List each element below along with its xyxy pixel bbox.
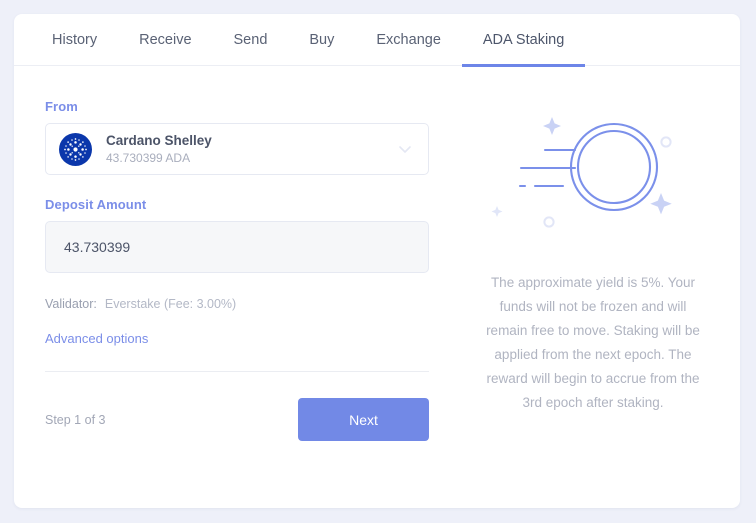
step-indicator: Step 1 of 3 xyxy=(45,412,106,427)
staking-description: The approximate yield is 5%. Your funds … xyxy=(486,275,700,410)
tab-receive[interactable]: Receive xyxy=(118,14,212,66)
tab-label: Buy xyxy=(309,31,335,48)
from-label: From xyxy=(45,99,78,114)
form-divider xyxy=(45,371,429,372)
deposit-amount-field: Deposit Amount xyxy=(45,197,429,273)
account-text: Cardano Shelley 43.730399 ADA xyxy=(106,133,396,166)
deposit-amount-input[interactable] xyxy=(45,221,429,273)
cardano-icon xyxy=(59,132,92,166)
form-footer: Step 1 of 3 Next xyxy=(45,398,429,441)
chevron-down-icon[interactable] xyxy=(396,140,414,158)
tab-buy[interactable]: Buy xyxy=(288,14,355,66)
tab-send[interactable]: Send xyxy=(213,14,289,66)
account-name: Cardano Shelley xyxy=(106,132,212,148)
tab-label: Receive xyxy=(139,31,192,48)
staking-form: From Cardano Shelley 43.730399 ADA Depos… xyxy=(14,66,446,508)
advanced-options-link[interactable]: Advanced options xyxy=(45,331,148,346)
validator-value: Everstake (Fee: 3.00%) xyxy=(104,297,237,311)
tab-exchange[interactable]: Exchange xyxy=(355,14,462,66)
tab-label: Exchange xyxy=(376,31,441,48)
deposit-amount-label: Deposit Amount xyxy=(45,197,147,212)
tab-history[interactable]: History xyxy=(31,14,118,66)
tab-label: ADA Staking xyxy=(482,31,565,48)
tab-label: History xyxy=(52,31,98,48)
validator-label: Validator: xyxy=(45,297,97,311)
tab-bar: History Receive Send Buy Exchange ADA St… xyxy=(14,14,740,67)
validator-row: Validator: Everstake (Fee: 3.00%) xyxy=(45,297,429,311)
tab-ada-staking[interactable]: ADA Staking xyxy=(461,14,586,67)
account-balance: 43.730399 ADA xyxy=(106,150,191,165)
staking-card: History Receive Send Buy Exchange ADA St… xyxy=(14,14,740,508)
tab-label: Send xyxy=(233,31,268,48)
next-button[interactable]: Next xyxy=(298,398,429,441)
staking-coin-illustration xyxy=(483,100,703,245)
from-account-select[interactable]: Cardano Shelley 43.730399 ADA xyxy=(45,123,429,175)
card-content: From Cardano Shelley 43.730399 ADA Depos… xyxy=(14,66,740,508)
info-panel: The approximate yield is 5%. Your funds … xyxy=(446,66,740,508)
